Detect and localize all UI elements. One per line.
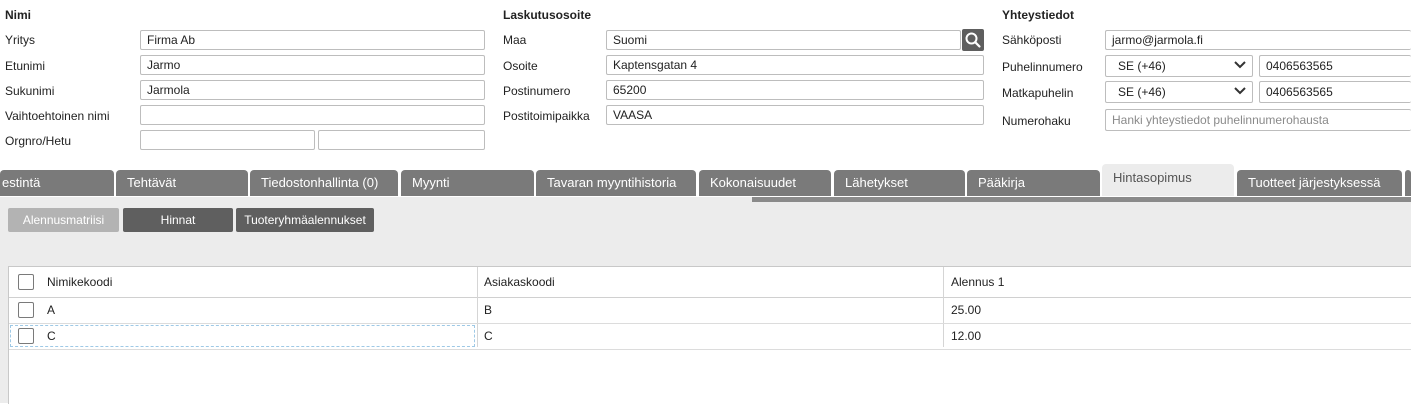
alt-name-label: Vaihtoehtoinen nimi <box>5 109 110 123</box>
hinnat-button[interactable]: Hinnat <box>123 208 233 232</box>
tab-tehtavat[interactable]: Tehtävät <box>116 170 248 196</box>
street-input[interactable]: Kaptensgatan 4 <box>606 55 984 75</box>
price-agreement-table: Nimikekoodi Asiakaskoodi Alennus 1 A B 2… <box>8 266 1411 404</box>
tab-tiedostonhallinta[interactable]: Tiedostonhallinta (0) <box>250 170 398 196</box>
alennusmatriisi-button[interactable]: Alennusmatriisi <box>8 208 119 232</box>
orgnro-input[interactable] <box>140 130 315 150</box>
postal-code-label: Postinumero <box>503 84 571 98</box>
mobile-input[interactable]: 0406563565 <box>1259 81 1411 103</box>
search-icon <box>965 32 981 48</box>
city-input[interactable]: VAASA <box>606 105 984 125</box>
country-label: Maa <box>503 33 527 47</box>
cell-asiakaskoodi: C <box>484 329 493 343</box>
column-header-nimikekoodi[interactable]: Nimikekoodi <box>47 267 112 297</box>
phone-input[interactable]: 0406563565 <box>1259 55 1411 77</box>
tab-tavaran-myyntihistoria[interactable]: Tavaran myyntihistoria <box>536 170 696 196</box>
tab-bar: estintä Tehtävät Tiedostonhallinta (0) M… <box>0 164 1411 197</box>
tab-kokonaisuudet[interactable]: Kokonaisuudet <box>699 170 831 196</box>
tab-hintasopimus[interactable]: Hintasopimus <box>1102 164 1234 196</box>
mobile-country-value: SE (+46) <box>1118 85 1166 99</box>
company-label: Yritys <box>5 33 35 47</box>
company-input[interactable]: Firma Ab <box>140 30 485 50</box>
active-tab-indicator <box>752 197 1411 202</box>
postal-code-input[interactable]: 65200 <box>606 80 984 100</box>
cell-asiakaskoodi: B <box>484 303 493 317</box>
tab-overflow[interactable] <box>1405 170 1411 196</box>
chevron-down-icon <box>1234 87 1246 95</box>
tuoteryhmaalennukset-button[interactable]: Tuoteryhmäalennukset <box>236 208 374 232</box>
tab-tuotteet-jarjestyksessa[interactable]: Tuotteet järjestyksessä <box>1237 170 1402 196</box>
last-name-input[interactable]: Jarmola <box>140 80 485 100</box>
hetu-input[interactable] <box>318 130 485 150</box>
billing-section-title: Laskutusosoite <box>503 8 592 22</box>
email-label: Sähköposti <box>1002 33 1062 47</box>
cell-alennus: 25.00 <box>951 303 982 317</box>
tab-lahetykset[interactable]: Lähetykset <box>834 170 965 196</box>
contact-section-title: Yhteystiedot <box>1002 8 1075 22</box>
select-all-checkbox[interactable] <box>18 274 34 290</box>
name-section-title: Nimi <box>5 8 32 22</box>
cell-nimikekoodi: C <box>47 329 56 343</box>
first-name-label: Etunimi <box>5 59 46 73</box>
first-name-input[interactable]: Jarmo <box>140 55 485 75</box>
phone-country-value: SE (+46) <box>1118 59 1166 73</box>
mobile-country-select[interactable]: SE (+46) <box>1105 81 1253 103</box>
column-header-alennus-1[interactable]: Alennus 1 <box>951 267 1004 297</box>
tab-paakirja[interactable]: Pääkirja <box>967 170 1100 196</box>
table-row[interactable]: A B 25.00 <box>9 298 1411 324</box>
country-input[interactable]: Suomi <box>606 30 961 50</box>
alt-name-input[interactable] <box>140 105 485 125</box>
phone-country-select[interactable]: SE (+46) <box>1105 55 1253 77</box>
tab-viestinta[interactable]: estintä <box>0 170 114 196</box>
tab-myynti[interactable]: Myynti <box>401 170 534 196</box>
row-checkbox[interactable] <box>18 302 34 318</box>
table-header: Nimikekoodi Asiakaskoodi Alennus 1 <box>9 267 1411 298</box>
cell-nimikekoodi: A <box>47 303 56 317</box>
phone-label: Puhelinnumero <box>1002 60 1083 74</box>
last-name-label: Sukunimi <box>5 84 55 98</box>
cell-alennus: 12.00 <box>951 329 982 343</box>
lookup-label: Numerohaku <box>1002 114 1071 128</box>
country-search-button[interactable] <box>962 29 984 51</box>
city-label: Postitoimipaikka <box>503 109 590 123</box>
orgnro-label: Orgnro/Hetu <box>5 134 72 148</box>
mobile-label: Matkapuhelin <box>1002 86 1074 100</box>
table-row[interactable]: C C 12.00 <box>9 324 1411 350</box>
focused-cell-outline <box>10 325 475 347</box>
street-label: Osoite <box>503 59 538 73</box>
chevron-down-icon <box>1234 61 1246 69</box>
column-header-asiakaskoodi[interactable]: Asiakaskoodi <box>484 267 555 297</box>
phone-lookup-input[interactable]: Hanki yhteystiedot puhelinnumerohausta <box>1105 109 1411 131</box>
email-input[interactable]: jarmo@jarmola.fi <box>1105 30 1411 50</box>
